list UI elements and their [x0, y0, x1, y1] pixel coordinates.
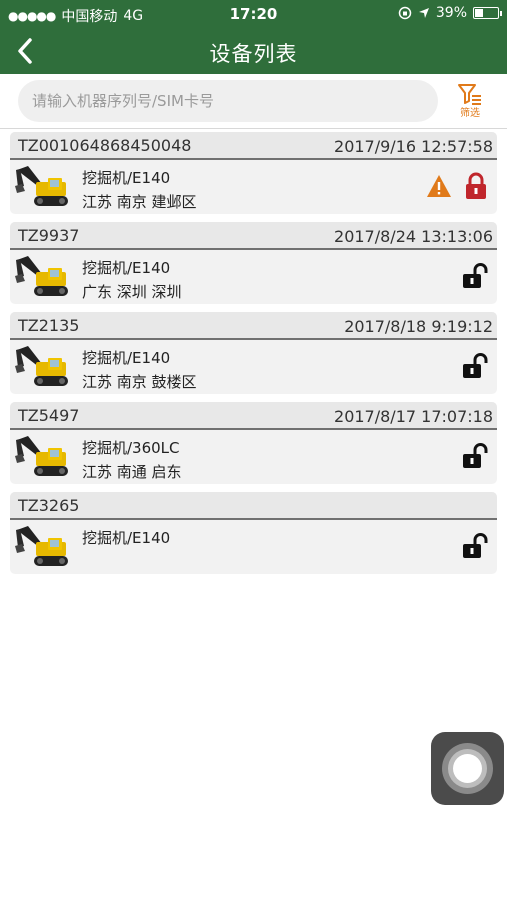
device-list: TZ001064868450048 2017/9/16 12:57:58 挖掘机…	[10, 132, 497, 582]
device-model: 挖掘机/360LC	[82, 439, 180, 457]
device-card[interactable]: TZ9937 2017/8/24 13:13:06 挖掘机/E140 广东 深圳…	[10, 222, 497, 304]
filter-button[interactable]: 筛选	[452, 82, 488, 122]
device-model: 挖掘机/E140	[82, 169, 171, 187]
lock-open-icon[interactable]	[461, 262, 489, 290]
device-timestamp: 2017/8/17 17:07:18	[334, 407, 493, 426]
battery-percent: 39%	[435, 5, 467, 21]
nav-bar: 设备列表	[0, 28, 507, 74]
search-row: 筛选	[0, 74, 507, 128]
device-card[interactable]: TZ001064868450048 2017/9/16 12:57:58 挖掘机…	[10, 132, 497, 214]
device-timestamp: 2017/9/16 12:57:58	[334, 137, 493, 156]
device-card-header: TZ2135 2017/8/18 9:19:12	[10, 312, 497, 340]
status-right: 39%	[398, 5, 502, 21]
device-timestamp: 2017/8/18 9:19:12	[344, 317, 493, 336]
orientation-lock-icon	[398, 6, 412, 20]
device-location: 广东 深圳 深圳	[82, 283, 182, 301]
device-card-header: TZ5497 2017/8/17 17:07:18	[10, 402, 497, 430]
device-timestamp: 2017/8/24 13:13:06	[334, 227, 493, 246]
device-location: 江苏 南通 启东	[82, 463, 182, 481]
battery-icon	[473, 7, 502, 19]
device-card[interactable]: TZ3265 挖掘机/E140	[10, 492, 497, 574]
device-card-body: 挖掘机/E140 广东 深圳 深圳	[10, 250, 497, 304]
search-input[interactable]	[18, 80, 438, 122]
filter-icon	[458, 84, 481, 105]
lock-open-icon[interactable]	[461, 352, 489, 380]
device-card[interactable]: TZ2135 2017/8/18 9:19:12 挖掘机/E140 江苏 南京 …	[10, 312, 497, 394]
device-card-body: 挖掘机/360LC 江苏 南通 启东	[10, 430, 497, 484]
assistive-touch-dot	[453, 754, 482, 783]
device-id: TZ9937	[18, 226, 80, 245]
device-location: 江苏 南京 鼓楼区	[82, 373, 197, 391]
page-title: 设备列表	[209, 42, 298, 66]
lock-open-icon[interactable]	[461, 532, 489, 560]
device-id: TZ5497	[18, 406, 80, 425]
device-card-header: TZ001064868450048 2017/9/16 12:57:58	[10, 132, 497, 160]
device-card-body: 挖掘机/E140 江苏 南京 建邺区	[10, 160, 497, 214]
device-id: TZ3265	[18, 496, 80, 515]
device-model: 挖掘机/E140	[82, 349, 171, 367]
excavator-icon	[15, 256, 68, 296]
device-card-header: TZ3265	[10, 492, 497, 520]
excavator-icon	[15, 526, 68, 566]
lock-open-icon[interactable]	[461, 442, 489, 470]
excavator-icon	[15, 346, 68, 386]
device-location: 江苏 南京 建邺区	[82, 193, 197, 211]
device-card-body: 挖掘机/E140 江苏 南京 鼓楼区	[10, 340, 497, 394]
location-arrow-icon	[418, 8, 429, 18]
device-id: TZ2135	[18, 316, 80, 335]
divider	[0, 128, 507, 129]
device-model: 挖掘机/E140	[82, 259, 171, 277]
assistive-touch-button[interactable]	[431, 732, 504, 805]
lock-closed-icon[interactable]	[464, 172, 488, 200]
device-card-header: TZ9937 2017/8/24 13:13:06	[10, 222, 497, 250]
device-card-body: 挖掘机/E140	[10, 520, 497, 574]
device-card[interactable]: TZ5497 2017/8/17 17:07:18 挖掘机/360LC 江苏 南…	[10, 402, 497, 484]
device-model: 挖掘机/E140	[82, 529, 171, 547]
warning-icon[interactable]	[426, 174, 452, 198]
status-bar: ●●●●● 中国移动 4G 17:20 39%	[0, 0, 507, 28]
excavator-icon	[15, 436, 68, 476]
filter-label: 筛选	[460, 108, 480, 119]
device-id: TZ001064868450048	[18, 136, 192, 155]
excavator-icon	[15, 166, 68, 206]
